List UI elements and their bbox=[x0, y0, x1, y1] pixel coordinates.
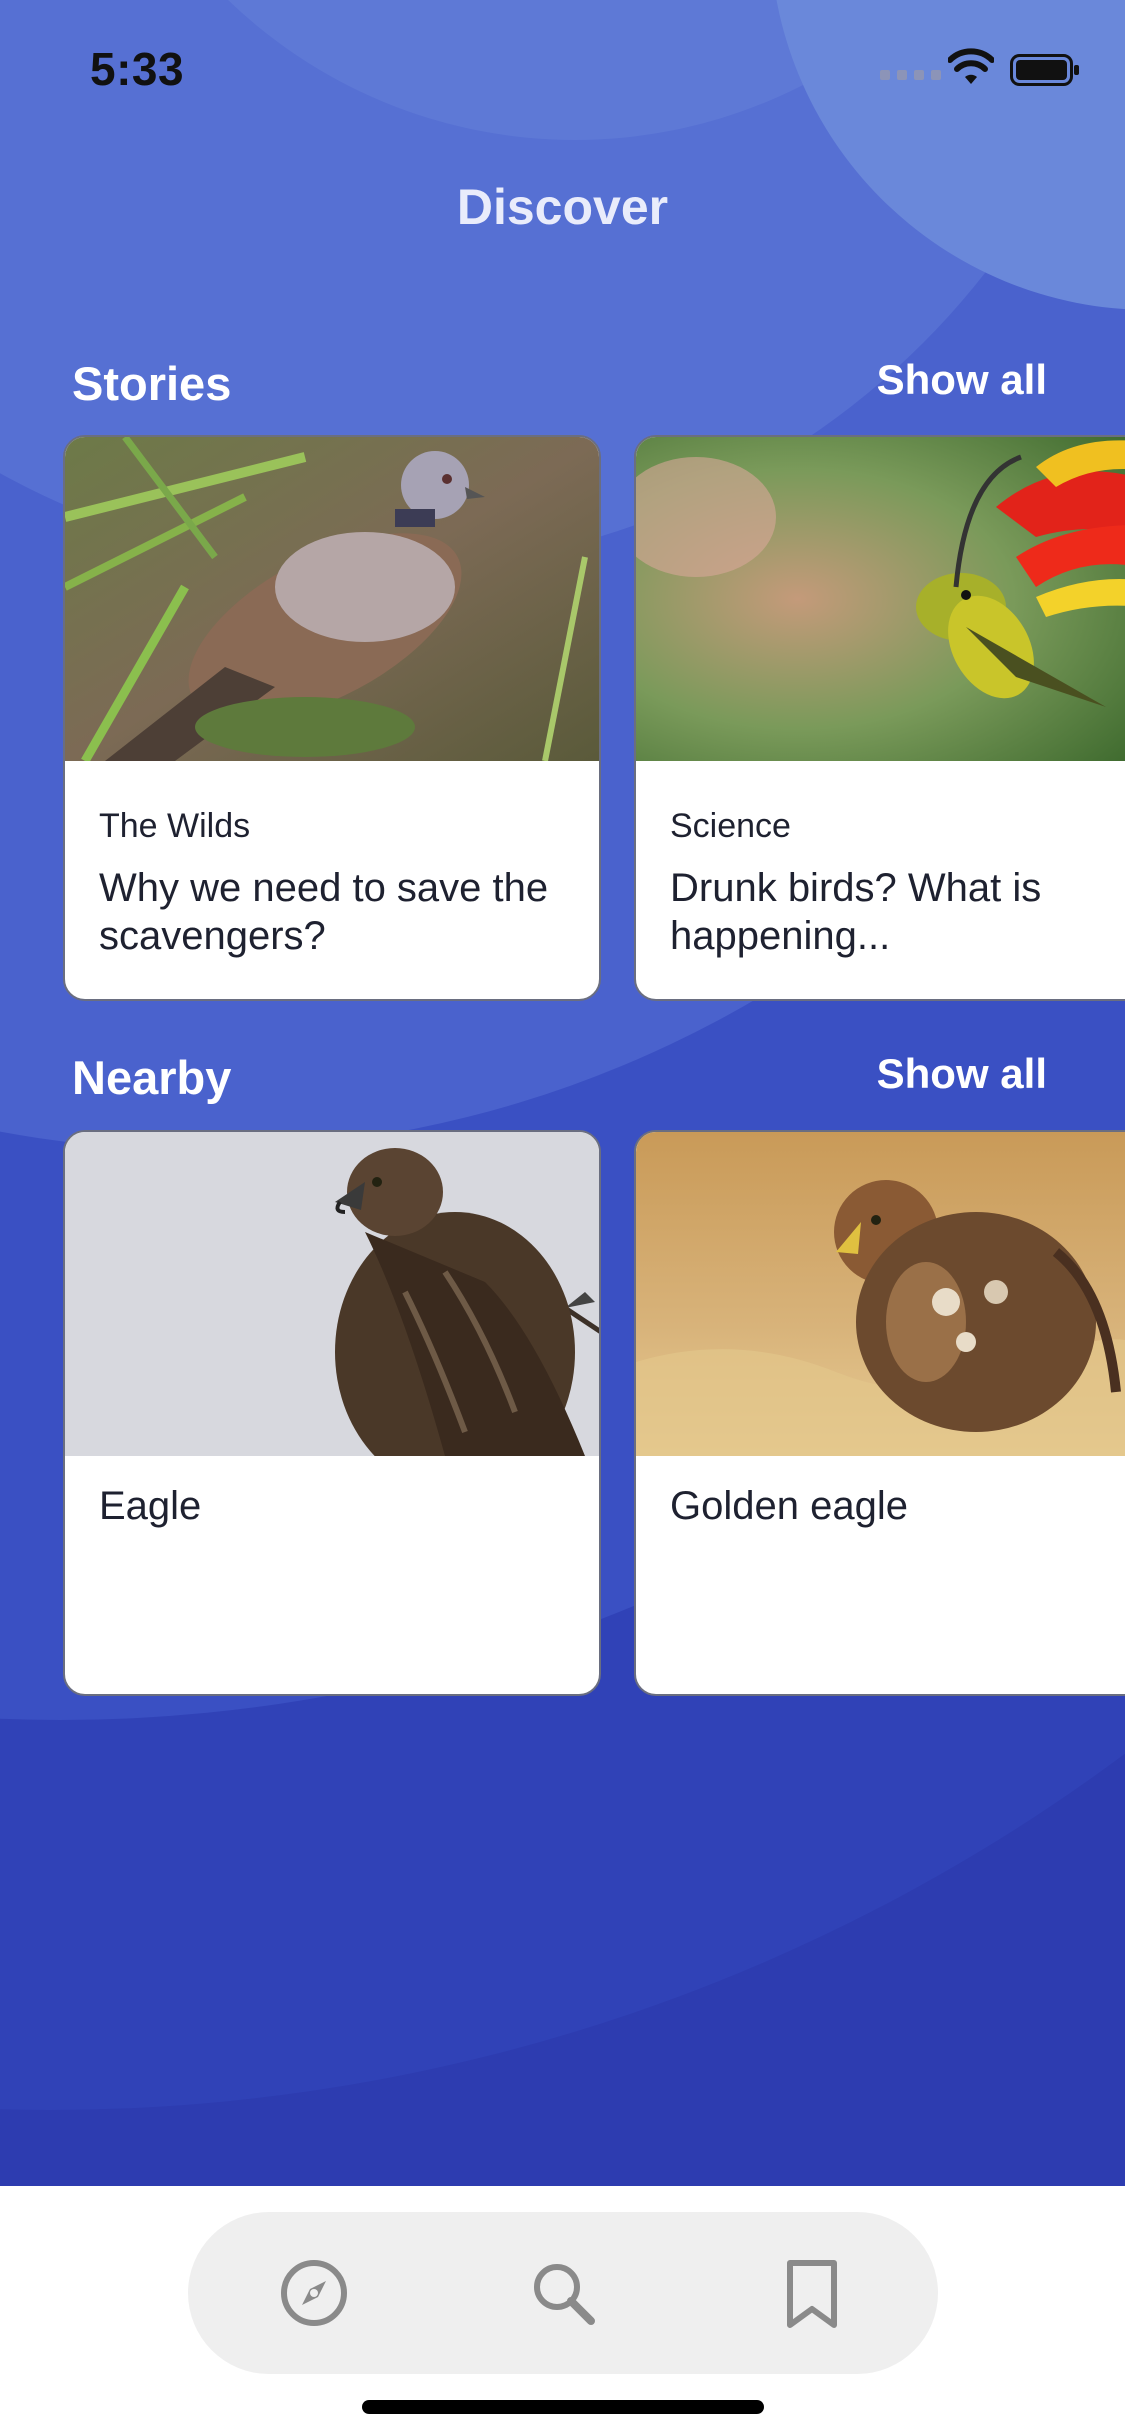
status-time: 5:33 bbox=[90, 43, 185, 95]
nearby-card[interactable]: Golden eagle bbox=[634, 1130, 1125, 1696]
search-icon bbox=[534, 2264, 595, 2325]
wifi-icon bbox=[948, 48, 994, 84]
story-category: The Wilds bbox=[99, 807, 251, 845]
nearby-bird-name: Eagle bbox=[99, 1484, 202, 1528]
bookmark-icon bbox=[787, 2260, 837, 2328]
page-title: Discover bbox=[456, 179, 669, 235]
nearby-image bbox=[65, 1132, 599, 1456]
cellular-signal-icon bbox=[880, 70, 941, 80]
tab-bookmarks[interactable] bbox=[771, 2252, 853, 2334]
nearby-bird-name: Golden eagle bbox=[670, 1484, 908, 1528]
stories-section-title: Stories bbox=[72, 357, 232, 410]
tab-search[interactable] bbox=[522, 2252, 604, 2334]
nearby-card[interactable]: Eagle bbox=[63, 1130, 601, 1696]
compass-icon bbox=[281, 2260, 347, 2326]
battery-icon bbox=[1010, 54, 1079, 86]
stories-show-all-button[interactable]: Show all bbox=[877, 356, 1047, 404]
story-title: Why we need to save the scavengers? bbox=[99, 866, 549, 958]
story-image bbox=[65, 437, 599, 761]
status-bar: 5:33 bbox=[0, 0, 1125, 140]
story-title: Drunk birds? What is happening... bbox=[670, 866, 1042, 958]
discover-screen: 5:33 Discover Stories Show all The Wilds… bbox=[0, 0, 1125, 2436]
story-card[interactable]: The Wilds Why we need to save the scaven… bbox=[63, 435, 601, 1001]
story-card[interactable]: Science Drunk birds? What is happening..… bbox=[634, 435, 1125, 1001]
home-indicator bbox=[362, 2400, 764, 2414]
story-image bbox=[636, 437, 1125, 761]
tab-discover[interactable] bbox=[273, 2252, 355, 2334]
story-category: Science bbox=[670, 807, 791, 845]
tab-bar bbox=[0, 2186, 1125, 2436]
nearby-image bbox=[636, 1132, 1125, 1456]
tab-bar-pill bbox=[188, 2212, 938, 2374]
nearby-section-title: Nearby bbox=[72, 1051, 232, 1104]
nearby-show-all-button[interactable]: Show all bbox=[877, 1050, 1047, 1098]
